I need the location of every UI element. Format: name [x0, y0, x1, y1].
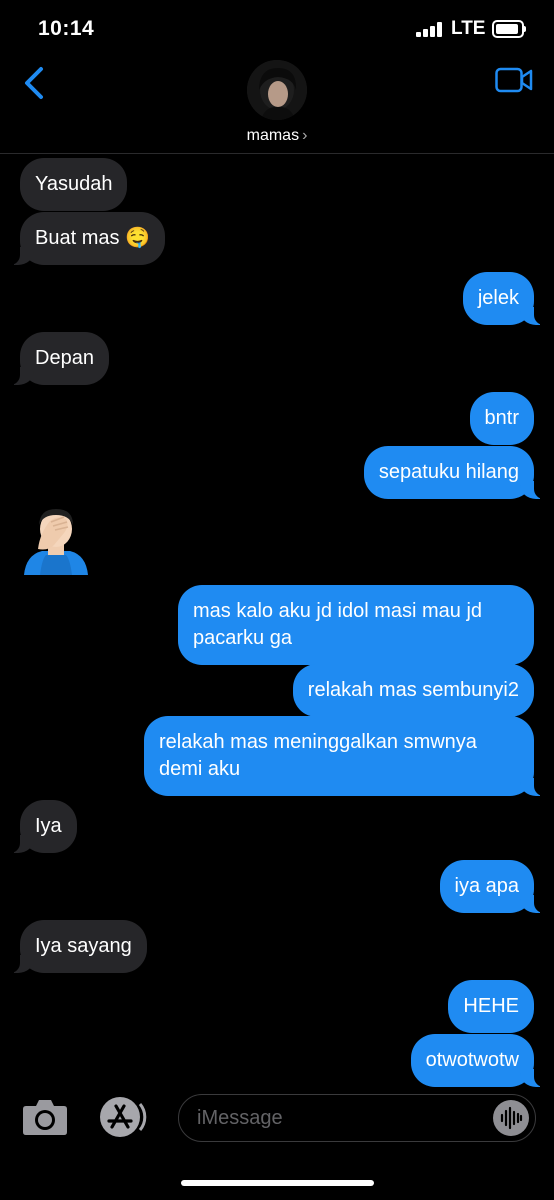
message-bubble-outgoing[interactable]: sepatuku hilang: [363, 446, 545, 499]
home-indicator[interactable]: [181, 1180, 374, 1186]
message-bubble-outgoing[interactable]: bntr: [469, 392, 534, 445]
status-time: 10:14: [38, 17, 95, 40]
message-bubble-outgoing[interactable]: otwotwotw: [410, 1034, 545, 1087]
video-camera-icon[interactable]: [495, 67, 533, 93]
app-store-icon[interactable]: [96, 1096, 148, 1138]
message-input-placeholder: iMessage: [197, 1107, 283, 1129]
camera-icon[interactable]: [22, 1098, 68, 1136]
message-bubble-outgoing[interactable]: HEHE: [448, 980, 534, 1033]
message-bubble-outgoing[interactable]: iya apa: [439, 860, 544, 913]
chevron-right-icon: ›: [302, 127, 308, 144]
audio-waveform-icon[interactable]: [493, 1100, 529, 1136]
chevron-left-icon[interactable]: [22, 66, 48, 100]
signal-icon: [416, 21, 443, 37]
message-bubble-incoming[interactable]: Depan: [10, 332, 109, 385]
message-bubble-incoming[interactable]: Yasudah: [20, 158, 128, 211]
avatar[interactable]: [247, 60, 307, 120]
contact-name-button[interactable]: mamas ›: [0, 127, 554, 145]
message-input[interactable]: iMessage: [178, 1094, 536, 1142]
message-bubble-incoming[interactable]: Iya: [10, 800, 77, 853]
conversation-header: mamas ›: [0, 58, 554, 154]
message-bubble-outgoing[interactable]: relakah mas meninggalkan smwnya demi aku: [144, 716, 544, 796]
message-bubble-outgoing[interactable]: jelek: [462, 272, 545, 325]
battery-icon: [492, 20, 526, 38]
contact-name: mamas: [246, 127, 300, 144]
message-bubble-outgoing[interactable]: mas kalo aku jd idol masi mau jd pacarku…: [178, 585, 534, 665]
emoji-message[interactable]: 🤦🏻‍♂️: [20, 503, 92, 575]
carrier-label: LTE: [451, 18, 486, 39]
message-bubble-outgoing[interactable]: relakah mas sembunyi2: [292, 664, 534, 717]
message-bubble-incoming[interactable]: Iya sayang: [10, 920, 147, 973]
status-bar: 10:14 LTE: [0, 0, 554, 58]
facepalm-emoji-icon: [24, 509, 88, 575]
message-bubble-incoming[interactable]: Buat mas 🤤: [10, 212, 165, 265]
